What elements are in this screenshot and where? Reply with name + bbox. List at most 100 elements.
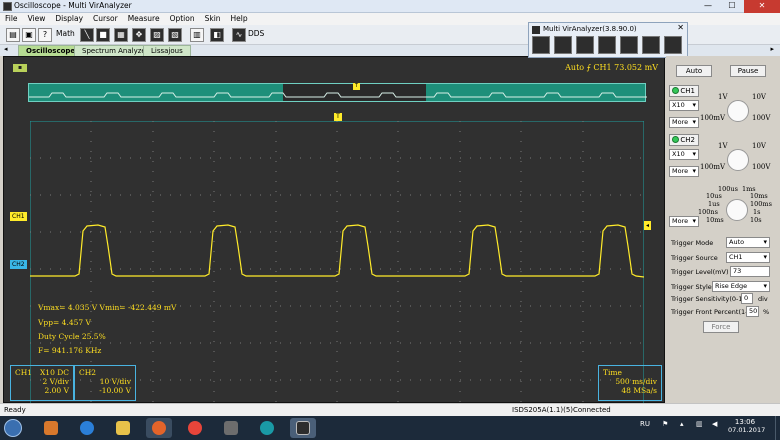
math-button[interactable]: Math — [56, 29, 75, 38]
save-icon[interactable]: ▣ — [22, 28, 36, 42]
tray-volume-icon[interactable]: ◀ — [712, 420, 717, 428]
sample-rate: 48 MSa/s — [621, 386, 657, 395]
move-icon[interactable]: ✥ — [132, 28, 146, 42]
zoom-icon[interactable]: ▨ — [150, 28, 164, 42]
taskbar-media-player[interactable] — [38, 418, 64, 438]
trigger-style-select[interactable]: Rise Edge — [712, 281, 770, 292]
run-status-icon: ▪ — [13, 64, 27, 72]
ch1-offset: 2.00 V — [44, 386, 70, 395]
show-desktop-button[interactable] — [775, 416, 780, 440]
tab-scroll-left-icon[interactable]: ◂ — [4, 45, 8, 53]
ch2-more-select[interactable]: More — [669, 166, 699, 177]
wave-mode-icon[interactable] — [642, 36, 660, 54]
waveform-overview[interactable]: T — [28, 83, 647, 102]
dds-button[interactable]: DDS — [248, 29, 264, 38]
export-icon[interactable]: ▧ — [168, 28, 182, 42]
tab-lissajous[interactable]: Lissajous — [143, 45, 191, 56]
taskbar-game-icon[interactable] — [218, 418, 244, 438]
menu-skin[interactable]: Skin — [200, 13, 226, 25]
ch2-probe-select[interactable]: X10 — [669, 149, 699, 160]
time-info-box[interactable]: Time 500 ms/div 48 MSa/s — [598, 365, 662, 401]
app-icon — [3, 2, 12, 11]
measurement-vpp: Vpp= 4.457 V — [38, 318, 91, 327]
layout-icon[interactable]: ▥ — [190, 28, 204, 42]
trigger-position-marker[interactable]: T — [334, 113, 342, 121]
stop-icon[interactable]: ■ — [96, 28, 110, 42]
spectrum-mode-icon[interactable] — [554, 36, 572, 54]
tray-clock[interactable]: 13:06 07.01.2017 — [728, 418, 765, 434]
trigger-front-input[interactable]: 50 — [746, 306, 759, 317]
ch2-level-marker[interactable]: CH2 — [10, 260, 27, 269]
window-title: Oscilloscope - Multi VirAnalyzer — [14, 1, 132, 10]
trigger-level-marker[interactable]: ◂ — [644, 221, 652, 230]
trigger-mode-select[interactable]: Auto — [726, 237, 770, 248]
ch1-more-select[interactable]: More — [669, 117, 699, 128]
trigger-info: Auto ⨍ CH1 73.052 mV — [565, 63, 658, 72]
trigger-source-label: Trigger Source — [671, 254, 718, 262]
taskbar-viranalyzer[interactable] — [290, 418, 316, 438]
taskbar-internet-explorer[interactable] — [74, 418, 100, 438]
pulse-mode-icon[interactable] — [664, 36, 682, 54]
trigger-sensitivity-input[interactable]: 0 — [741, 293, 753, 304]
menu-measure[interactable]: Measure — [123, 13, 165, 25]
analyzer-popup: Multi VirAnalyzer(3.8.90.0) ✕ — [528, 22, 688, 58]
tray-network-icon[interactable]: ▥ — [696, 420, 703, 428]
menu-option[interactable]: Option — [165, 13, 200, 25]
ch1-probe-select[interactable]: X10 — [669, 100, 699, 111]
grid-icon[interactable]: ▦ — [114, 28, 128, 42]
measurement-frequency: F= 941.176 KHz — [38, 346, 102, 355]
oscilloscope-mode-icon[interactable] — [532, 36, 550, 54]
force-button[interactable]: Force — [703, 321, 739, 333]
help-icon[interactable]: ? — [38, 28, 52, 42]
ch1-led-icon — [672, 87, 679, 94]
time-label: Time — [603, 368, 622, 377]
tray-language[interactable]: RU — [640, 420, 650, 428]
tray-flag-icon[interactable]: ⚑ — [662, 420, 668, 428]
trigger-level-input[interactable]: 73 — [730, 266, 770, 277]
menu-file[interactable]: File — [0, 13, 23, 25]
status-bar: Ready ISDS205A(1.1)(5)Connected — [0, 403, 780, 416]
taskbar-file-explorer[interactable] — [110, 418, 136, 438]
title-bar: Oscilloscope - Multi VirAnalyzer — ☐ ✕ — [0, 0, 780, 13]
ch2-led-icon — [672, 136, 679, 143]
overview-trigger-marker: T — [353, 83, 360, 90]
ch2-volts-knob[interactable] — [727, 149, 749, 171]
time-more-select[interactable]: More — [669, 216, 699, 227]
close-button[interactable]: ✕ — [744, 0, 780, 13]
menu-cursor[interactable]: Cursor — [88, 13, 123, 25]
status-left: Ready — [4, 406, 26, 414]
start-button-icon[interactable] — [4, 419, 22, 437]
taskbar-arduino[interactable] — [254, 418, 280, 438]
menu-display[interactable]: Display — [50, 13, 88, 25]
popup-close-button[interactable]: ✕ — [677, 23, 684, 32]
analyzer-mode-icon[interactable] — [620, 36, 638, 54]
window-icon[interactable]: ◧ — [210, 28, 224, 42]
pause-button[interactable]: Pause — [730, 65, 766, 77]
dds-icon[interactable]: ∿ — [232, 28, 246, 42]
cursor-line-icon[interactable]: ╲ — [80, 28, 94, 42]
oscilloscope-screen[interactable]: ▪ Auto ⨍ CH1 73.052 mV T T CH1 CH2 ◂ Vma… — [3, 56, 665, 417]
ch2-knob-label-100mv: 100mV — [700, 163, 726, 171]
ch2-info-box[interactable]: CH2 10 V/div -10.00 V — [74, 365, 136, 401]
minimize-button[interactable]: — — [696, 0, 720, 13]
time-base-knob[interactable] — [726, 199, 748, 221]
ch1-level-marker[interactable]: CH1 — [10, 212, 27, 221]
ch2-name: CH2 — [79, 368, 97, 377]
menu-view[interactable]: View — [23, 13, 51, 25]
tab-scroll-right-icon[interactable]: ▸ — [770, 45, 774, 53]
ch1-info-box[interactable]: CH1 X10 DC 2 V/div 2.00 V — [10, 365, 74, 401]
open-icon[interactable]: ▤ — [6, 28, 20, 42]
auto-button[interactable]: Auto — [676, 65, 712, 77]
taskbar-chrome[interactable] — [182, 418, 208, 438]
taskbar-firefox[interactable] — [146, 418, 172, 438]
bar-mode-icon[interactable] — [598, 36, 616, 54]
trigger-source-select[interactable]: CH1 — [726, 252, 770, 263]
menu-help[interactable]: Help — [226, 13, 253, 25]
maximize-button[interactable]: ☐ — [720, 0, 744, 13]
recorder-mode-icon[interactable] — [576, 36, 594, 54]
tray-arrow-icon[interactable]: ▴ — [680, 420, 684, 428]
ch1-volts-knob[interactable] — [727, 100, 749, 122]
taskbar: RU ⚑ ▴ ▥ ◀ 13:06 07.01.2017 — [0, 416, 780, 440]
time-knob-label-100ms: 100ms — [750, 200, 772, 208]
overview-trace — [29, 92, 647, 98]
